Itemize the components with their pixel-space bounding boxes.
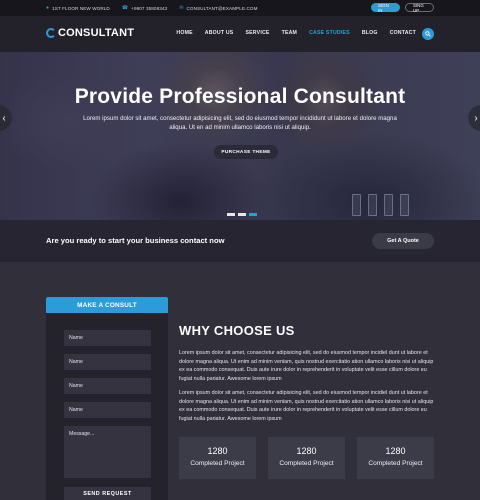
why-choose-us-heading: WHY CHOOSE US bbox=[179, 323, 295, 338]
logo[interactable]: CONSULTANT bbox=[46, 27, 134, 39]
stat-card: 1280 Completed Project bbox=[357, 437, 434, 479]
search-button[interactable] bbox=[422, 28, 434, 40]
why-paragraph-1: Lorem ipsum dolor sit amet, consectetur … bbox=[179, 350, 434, 382]
why-paragraph-2: Lorem ipsum dolor sit amet, consectetur … bbox=[179, 390, 434, 422]
get-a-quote-button[interactable]: Get A Quote bbox=[372, 233, 434, 249]
main-navbar: CONSULTANT HOME ABOUT US SERVICE TEAM CA… bbox=[0, 16, 480, 52]
purchase-theme-button[interactable]: PURCHASE THEME bbox=[214, 145, 278, 159]
nav-item-contact[interactable]: CONTACT bbox=[390, 30, 416, 36]
stat-card: 1280 Completed Project bbox=[268, 437, 345, 479]
hero-slider: Provide Professional Consultant Lorem ip… bbox=[0, 52, 480, 220]
location-icon: ● bbox=[46, 5, 50, 11]
band-text: Are you ready to start your business con… bbox=[46, 236, 225, 245]
message-field[interactable]: Message... bbox=[64, 426, 151, 478]
auth-buttons: SIGN IN SING UP bbox=[371, 3, 434, 13]
name-field[interactable]: Name bbox=[64, 330, 151, 346]
slider-dot[interactable] bbox=[227, 213, 235, 216]
slider-dots bbox=[227, 213, 257, 216]
logo-text: CONSULTANT bbox=[58, 27, 135, 39]
search-icon bbox=[425, 31, 431, 37]
stat-number: 1280 bbox=[296, 446, 317, 456]
stat-label: Completed Project bbox=[368, 460, 423, 467]
top-bar: ● 1ST FLOOR NEW WORLD ☎ +9907 35808343 ✉… bbox=[0, 0, 480, 16]
stat-number: 1280 bbox=[207, 446, 228, 456]
nav-menu: HOME ABOUT US SERVICE TEAM CASE STUDIES … bbox=[176, 30, 416, 36]
address-info: ● 1ST FLOOR NEW WORLD bbox=[46, 5, 110, 11]
hero-text: Lorem ipsum dolor sit amet, consectetur … bbox=[83, 115, 397, 131]
phone-icon: ☎ bbox=[121, 5, 129, 11]
send-request-button[interactable]: SEND REQUEST bbox=[64, 487, 151, 500]
email-info[interactable]: ✉ CONSULTANT@EXAMPLE.COM bbox=[179, 5, 257, 11]
chevron-left-icon: ‹ bbox=[2, 112, 6, 124]
hero-title: Provide Professional Consultant bbox=[74, 85, 406, 108]
sign-in-button[interactable]: SIGN IN bbox=[371, 3, 400, 13]
nav-item-about-us[interactable]: ABOUT US bbox=[205, 30, 234, 36]
phone-text: +9907 35808343 bbox=[131, 5, 168, 11]
name-field[interactable]: Name bbox=[64, 354, 151, 370]
stat-number: 1280 bbox=[385, 446, 406, 456]
name-field[interactable]: Name bbox=[64, 378, 151, 394]
address-text: 1ST FLOOR NEW WORLD bbox=[52, 5, 110, 11]
chevron-right-icon: › bbox=[474, 112, 478, 124]
hero-glass-decoration bbox=[384, 194, 393, 216]
hero-glass-decoration bbox=[368, 194, 377, 216]
nav-item-service[interactable]: SERVICE bbox=[245, 30, 269, 36]
contact-band: Are you ready to start your business con… bbox=[0, 220, 480, 262]
slider-dot[interactable] bbox=[238, 213, 246, 216]
hero-glass-decoration bbox=[352, 194, 361, 216]
stat-card: 1280 Completed Project bbox=[179, 437, 256, 479]
name-field[interactable]: Name bbox=[64, 402, 151, 418]
hero-glass-decoration bbox=[400, 194, 409, 216]
nav-item-blog[interactable]: BLOG bbox=[362, 30, 378, 36]
nav-item-home[interactable]: HOME bbox=[176, 30, 192, 36]
logo-icon bbox=[46, 28, 56, 38]
envelope-icon: ✉ bbox=[179, 5, 184, 11]
consult-form: MAKE A CONSULT Name Name Name Name Messa… bbox=[46, 297, 168, 500]
consult-form-title: MAKE A CONSULT bbox=[46, 297, 168, 313]
sign-up-button[interactable]: SING UP bbox=[405, 3, 434, 13]
nav-item-team[interactable]: TEAM bbox=[282, 30, 298, 36]
email-text[interactable]: CONSULTANT@EXAMPLE.COM bbox=[187, 6, 258, 11]
nav-item-case-studies[interactable]: CASE STUDIES bbox=[309, 30, 350, 36]
phone-info: ☎ +9907 35808343 bbox=[122, 5, 167, 11]
slider-dot-active[interactable] bbox=[249, 213, 257, 216]
stat-label: Completed Project bbox=[279, 460, 334, 467]
stat-label: Completed Project bbox=[190, 460, 245, 467]
